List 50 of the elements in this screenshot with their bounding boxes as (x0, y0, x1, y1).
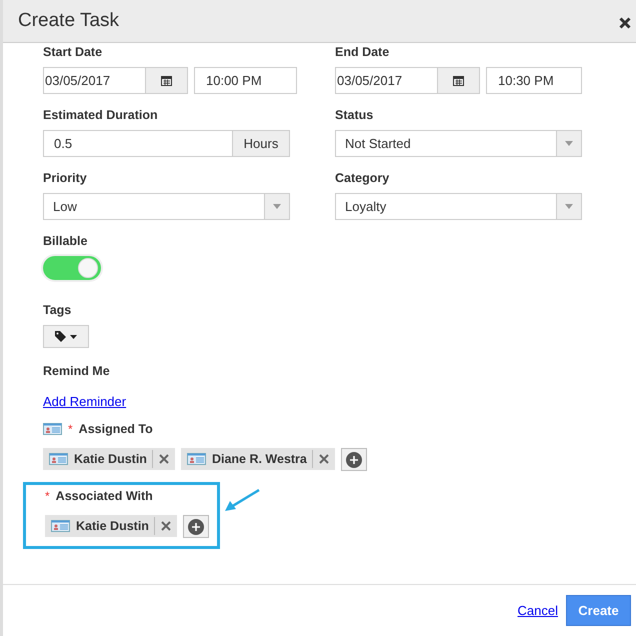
duration-field[interactable]: 0.5 (43, 130, 233, 157)
contact-card-icon (186, 453, 206, 465)
field-label: Estimated Duration (43, 108, 159, 122)
calendar-button[interactable] (438, 67, 480, 94)
person-chip[interactable]: Katie Dustin (43, 448, 175, 470)
calendar-button[interactable] (146, 67, 188, 94)
tags-button[interactable] (43, 325, 89, 348)
required-mark: * (68, 422, 73, 436)
add-reminder-link[interactable]: Add Reminder (43, 394, 126, 409)
caret-icon (565, 141, 573, 146)
field-label: Start Date (43, 45, 104, 59)
remove-icon[interactable] (318, 454, 329, 464)
field-label: Tags (43, 303, 72, 317)
remove-icon[interactable] (158, 454, 169, 464)
required-mark: * (45, 489, 50, 503)
contact-card-icon (43, 423, 62, 435)
date-field[interactable]: 03/05/2017 (335, 67, 438, 94)
caret-icon (273, 204, 281, 209)
field-label: End Date (335, 45, 390, 59)
priority-dropdown[interactable]: Low (43, 193, 290, 220)
remove-icon[interactable] (160, 521, 171, 531)
status-dropdown[interactable]: Not Started (335, 130, 582, 157)
calendar-icon (453, 75, 464, 86)
contact-card-icon (51, 520, 70, 532)
contact-card-icon (49, 453, 68, 465)
add-button[interactable] (340, 448, 367, 471)
unit-label: Hours (233, 130, 290, 157)
date-field[interactable]: 03/05/2017 (43, 67, 146, 94)
caret-icon (70, 334, 77, 338)
field-label: Priority (43, 171, 88, 185)
caret-icon (565, 204, 573, 209)
cancel-link[interactable]: Cancel (518, 603, 558, 618)
category-dropdown[interactable]: Loyalty (335, 193, 582, 220)
close-icon[interactable] (619, 17, 631, 29)
annotation-arrow (224, 489, 260, 513)
field-label: Assigned To (78, 422, 153, 436)
person-chip[interactable]: Diane R. Westra (180, 448, 335, 470)
tag-icon (55, 330, 67, 342)
calendar-icon (161, 75, 172, 86)
field-label: Remind Me (43, 364, 110, 378)
field-label: Associated With (56, 489, 153, 503)
field-label: Billable (43, 234, 88, 248)
time-field[interactable]: 10:00 PM (194, 67, 297, 94)
person-chip[interactable]: Katie Dustin (45, 515, 177, 537)
time-field[interactable]: 10:30 PM (486, 67, 582, 94)
field-label: Status (335, 108, 374, 122)
field-label: Category (335, 171, 390, 185)
add-button[interactable] (182, 515, 209, 538)
billable-toggle[interactable] (43, 256, 101, 280)
window-title: Create Task (18, 10, 120, 32)
